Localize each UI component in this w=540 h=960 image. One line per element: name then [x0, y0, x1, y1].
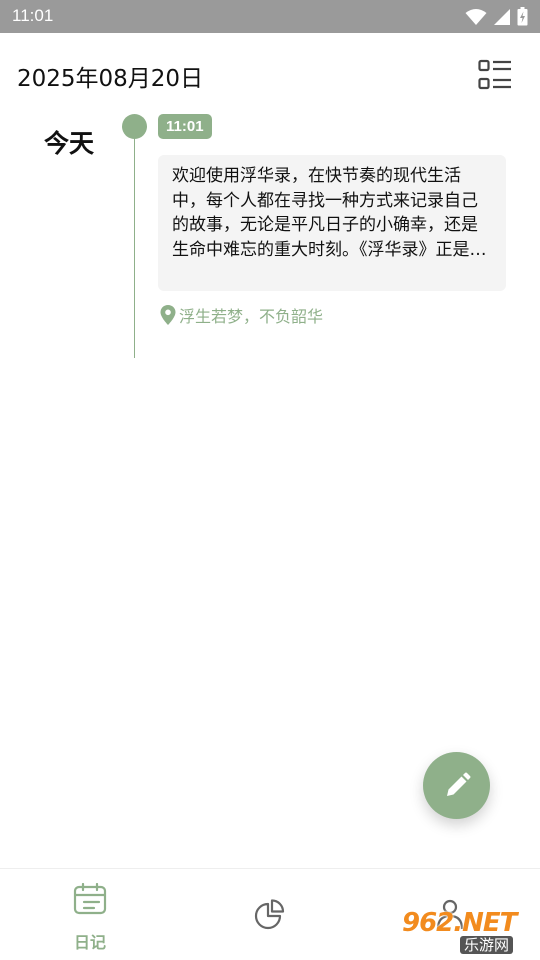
status-time: 11:01: [12, 6, 54, 25]
watermark-logo: 962.NET 乐游网: [398, 908, 534, 954]
list-view-icon[interactable]: [478, 59, 512, 91]
status-icons: [465, 7, 528, 26]
diary-entry-card[interactable]: 欢迎使用浮华录，在快节奏的现代生活中，每个人都在寻找一种方式来记录自己的故事，无…: [158, 155, 506, 291]
new-entry-button[interactable]: [423, 752, 490, 819]
timeline-dot: [122, 114, 147, 139]
location-text: 浮生若梦，不负韶华: [179, 307, 324, 326]
watermark-top: 962.NET: [402, 908, 517, 938]
diary-entry-text: 欢迎使用浮华录，在快节奏的现代生活中，每个人都在寻找一种方式来记录自己的故事，无…: [172, 166, 487, 260]
calendar-icon: [73, 883, 107, 915]
signal-icon: [494, 8, 510, 25]
date-title[interactable]: 2025年08月20日: [17, 59, 203, 93]
day-label: 今天: [44, 129, 95, 158]
header: 2025年08月20日: [0, 33, 540, 115]
nav-tab-diary[interactable]: 日记: [0, 869, 180, 960]
battery-icon: [517, 7, 528, 26]
pie-chart-icon: [254, 899, 285, 930]
watermark-bottom: 乐游网: [460, 936, 514, 954]
entry-time-badge: 11:01: [158, 114, 212, 139]
pencil-icon: [446, 772, 470, 796]
status-bar: 11:01: [0, 0, 540, 33]
nav-label-diary: 日记: [73, 933, 106, 952]
location-pin-icon: [160, 305, 176, 325]
timeline-line: [134, 130, 135, 358]
wifi-icon: [465, 8, 487, 25]
nav-tab-stats[interactable]: [180, 869, 360, 960]
entry-location: 浮生若梦，不负韶华: [160, 303, 323, 327]
